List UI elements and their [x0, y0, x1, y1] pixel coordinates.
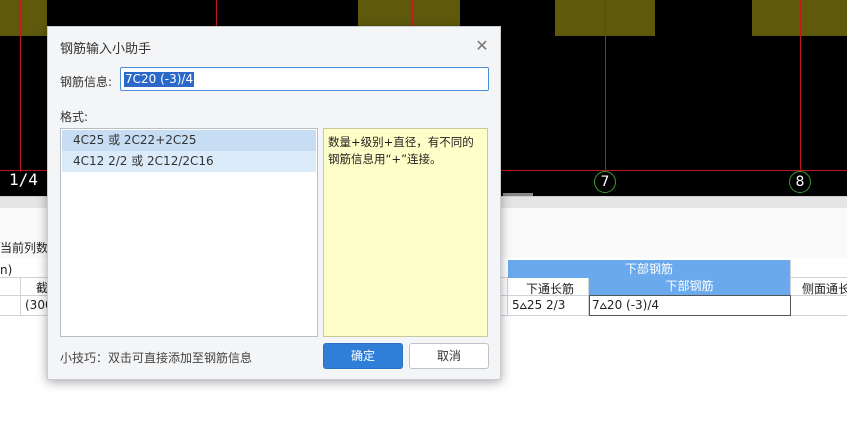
table-gridline — [507, 278, 508, 316]
dialog-title: 钢筋输入小助手 — [60, 42, 152, 57]
format-description: 数量+级别+直径，有不同的钢筋信息用“+”连接。 — [323, 128, 488, 337]
axis-label: 1/4 — [9, 170, 38, 189]
axis-label: 8 — [789, 171, 811, 193]
format-label: 格式: — [60, 110, 89, 124]
cad-grid-line — [20, 0, 21, 172]
column-header: 下部钢筋 — [589, 278, 790, 295]
axis-label: 7 — [594, 171, 616, 193]
format-list-item[interactable]: 4C12 2/2 或 2C12/2C16 — [62, 151, 316, 172]
column-header: 下通长筋 — [526, 282, 575, 296]
cad-column-block — [0, 0, 47, 36]
rebar-input-dialog: 钢筋输入小助手 ✕ 钢筋信息: 7C20 (-3)/4 格式: 4C25 或 2… — [47, 26, 501, 380]
table-gridline — [20, 278, 21, 316]
column-header: n) — [0, 263, 13, 277]
table-cell[interactable]: 5⩟25 2/3 — [512, 298, 565, 313]
table-cell-editing[interactable]: 7⩟20 (-3)/4 — [589, 295, 791, 316]
column-group-header: 下部钢筋 — [508, 260, 790, 278]
column-header: 侧面通长 — [802, 282, 847, 296]
ok-button[interactable]: 确定 — [323, 343, 403, 369]
close-icon[interactable]: ✕ — [472, 36, 492, 56]
toolbar-label: 当前列数 — [0, 241, 49, 255]
rebar-info-input[interactable]: 7C20 (-3)/4 — [120, 67, 489, 91]
format-list-item[interactable]: 4C25 或 2C22+2C25 — [62, 130, 316, 151]
rebar-info-value[interactable]: 7C20 (-3)/4 — [124, 72, 195, 87]
cad-grid-line — [800, 0, 801, 172]
format-list[interactable]: 4C25 或 2C22+2C25 4C12 2/2 或 2C12/2C16 — [60, 128, 318, 337]
cancel-button[interactable]: 取消 — [409, 343, 489, 369]
cad-grid-line — [605, 0, 606, 172]
rebar-info-label: 钢筋信息: — [60, 75, 113, 89]
tip-text: 小技巧：双击可直接添加至钢筋信息 — [60, 351, 253, 365]
